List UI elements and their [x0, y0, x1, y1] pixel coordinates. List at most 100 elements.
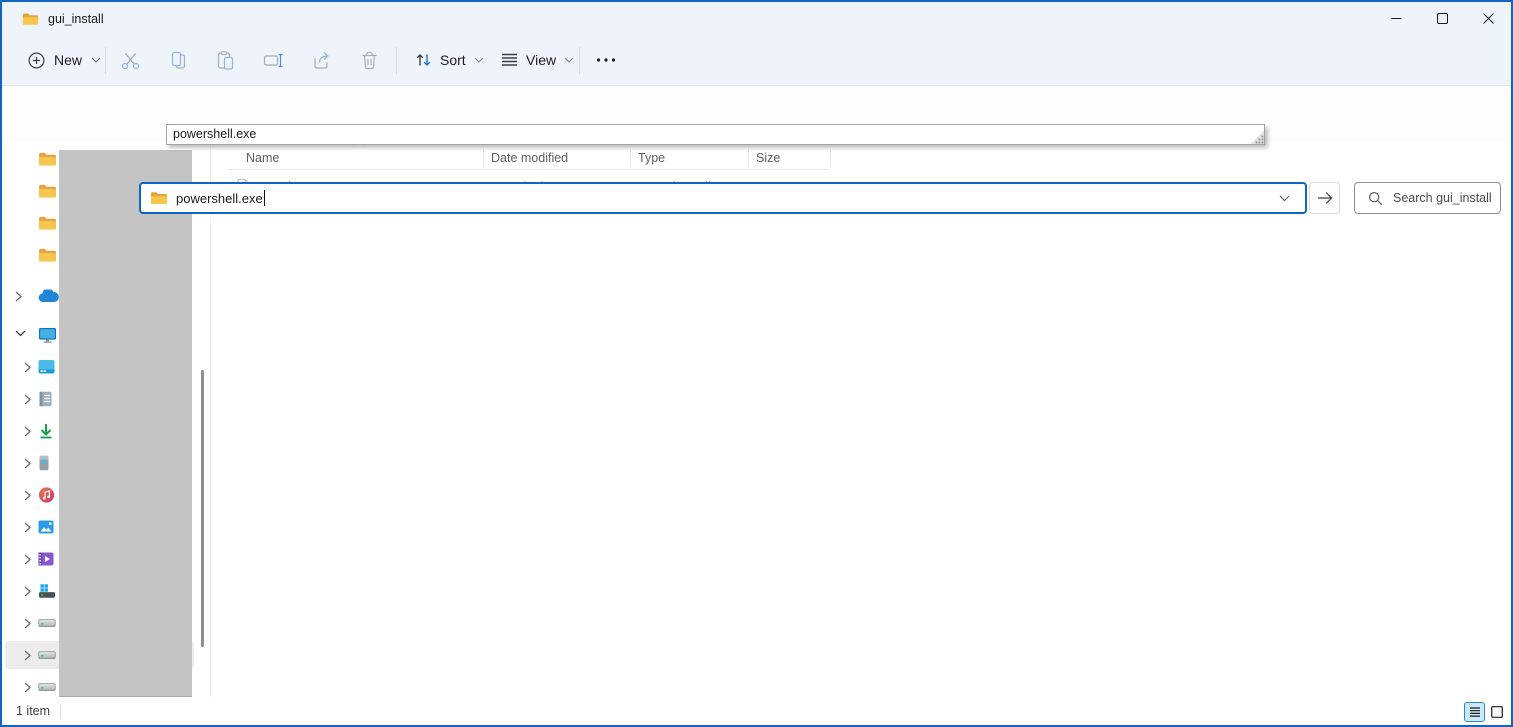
- chevron-right-icon[interactable]: [24, 618, 31, 629]
- autocomplete-suggestion[interactable]: powershell.exe: [167, 125, 1264, 144]
- trash-icon: [359, 50, 380, 71]
- command-bar: New Sort View: [2, 35, 1511, 86]
- chevron-right-icon[interactable]: [24, 586, 31, 597]
- column-header-date-modified[interactable]: Date modified: [491, 147, 568, 169]
- copy-icon: [168, 50, 189, 71]
- status-bar: 1 item: [2, 698, 1511, 725]
- sort-button[interactable]: Sort: [404, 43, 494, 77]
- chevron-right-icon[interactable]: [15, 291, 22, 302]
- sort-button-label: Sort: [440, 52, 466, 68]
- details-view-icon: [1469, 707, 1481, 717]
- item-count: 1 item: [16, 698, 50, 725]
- chevron-right-icon[interactable]: [24, 458, 31, 469]
- search-placeholder: Search gui_install: [1393, 191, 1492, 205]
- disk-drive-icon: [38, 619, 56, 628]
- share-button[interactable]: [301, 43, 341, 77]
- chevron-right-icon[interactable]: [24, 522, 31, 533]
- large-icons-view-toggle[interactable]: [1486, 702, 1507, 722]
- share-icon: [311, 50, 332, 71]
- folder-icon: [38, 216, 57, 231]
- folder-icon: [38, 152, 57, 167]
- title-bar: gui_install: [2, 2, 1511, 35]
- text-cursor: [264, 190, 265, 206]
- new-button-label: New: [54, 52, 82, 68]
- window-controls: [1373, 2, 1511, 35]
- music-icon: [38, 487, 55, 504]
- address-autocomplete-dropdown: powershell.exe: [166, 124, 1265, 145]
- desktop-icon: [38, 360, 55, 375]
- chevron-right-icon[interactable]: [24, 490, 31, 501]
- maximize-button[interactable]: [1419, 2, 1465, 35]
- navigation-pane: [2, 142, 210, 698]
- chevron-right-icon[interactable]: [24, 362, 31, 373]
- delete-button[interactable]: [349, 43, 389, 77]
- disk-drive-icon: [38, 683, 56, 692]
- rename-button[interactable]: [253, 43, 293, 77]
- videos-icon: [38, 552, 54, 566]
- see-more-button[interactable]: [586, 43, 626, 77]
- chevron-right-icon[interactable]: [24, 650, 31, 661]
- column-separator[interactable]: [830, 149, 831, 167]
- onedrive-cloud-icon: [38, 290, 59, 303]
- toolbar-separator: [396, 47, 397, 74]
- header-underline: [228, 169, 830, 170]
- chevron-right-icon[interactable]: [24, 394, 31, 405]
- view-button-label: View: [526, 52, 556, 68]
- ellipsis-icon: [596, 58, 616, 62]
- chevron-down-icon[interactable]: [15, 330, 26, 337]
- this-pc-monitor-icon: [38, 327, 57, 343]
- column-header-type[interactable]: Type: [638, 147, 665, 169]
- column-separator[interactable]: [748, 149, 749, 167]
- search-icon: [1368, 191, 1383, 206]
- sidebar-scrollbar-thumb[interactable]: [201, 370, 204, 647]
- address-dropdown-button[interactable]: [1271, 187, 1297, 209]
- status-separator: [60, 704, 61, 719]
- chevron-down-icon: [1279, 195, 1290, 202]
- rename-icon: [263, 50, 284, 71]
- go-to-button[interactable]: [1309, 182, 1340, 214]
- chevron-right-icon[interactable]: [24, 426, 31, 437]
- column-header-name[interactable]: Name: [246, 147, 279, 169]
- chevron-down-icon: [474, 57, 484, 63]
- plus-circle-icon: [28, 52, 45, 69]
- large-icons-view-icon: [1491, 706, 1503, 718]
- resize-grip[interactable]: [1251, 131, 1264, 144]
- folder-icon: [38, 248, 57, 263]
- column-separator[interactable]: [483, 149, 484, 167]
- redaction-overlay: [59, 150, 192, 697]
- chevron-down-icon: [91, 57, 101, 63]
- chevron-down-icon: [564, 57, 574, 63]
- windows-drive-icon: [38, 584, 56, 599]
- details-view-toggle[interactable]: [1464, 702, 1485, 722]
- file-explorer-window: gui_install New: [0, 0, 1513, 727]
- view-lines-icon: [501, 53, 518, 67]
- chevron-right-icon[interactable]: [24, 554, 31, 565]
- paste-button[interactable]: [205, 43, 245, 77]
- cut-button[interactable]: [110, 43, 150, 77]
- minimize-button[interactable]: [1373, 2, 1419, 35]
- sort-arrows-icon: [414, 52, 432, 68]
- column-header-size[interactable]: Size: [756, 147, 780, 169]
- portable-device-icon: [38, 455, 50, 471]
- documents-icon: [38, 391, 53, 407]
- window-title: gui_install: [48, 12, 104, 26]
- new-button[interactable]: New: [16, 43, 113, 77]
- address-bar[interactable]: powershell.exe: [139, 182, 1307, 214]
- address-input-value[interactable]: powershell.exe: [176, 191, 263, 206]
- close-button[interactable]: [1465, 2, 1511, 35]
- column-separator[interactable]: [630, 149, 631, 167]
- toolbar-separator: [105, 47, 106, 74]
- disk-drive-icon: [38, 651, 56, 660]
- arrow-right-icon: [1317, 191, 1333, 205]
- chevron-right-icon[interactable]: [24, 682, 31, 693]
- clipboard-icon: [215, 50, 236, 71]
- downloads-icon: [38, 423, 54, 439]
- view-button[interactable]: View: [491, 43, 584, 77]
- scissors-icon: [120, 50, 141, 71]
- folder-icon: [38, 184, 57, 199]
- search-box[interactable]: Search gui_install: [1354, 182, 1501, 214]
- pictures-icon: [38, 520, 54, 534]
- copy-button[interactable]: [158, 43, 198, 77]
- file-list-panel: Name Date modified Type Size __main__.py…: [210, 142, 1511, 698]
- folder-icon: [150, 191, 168, 205]
